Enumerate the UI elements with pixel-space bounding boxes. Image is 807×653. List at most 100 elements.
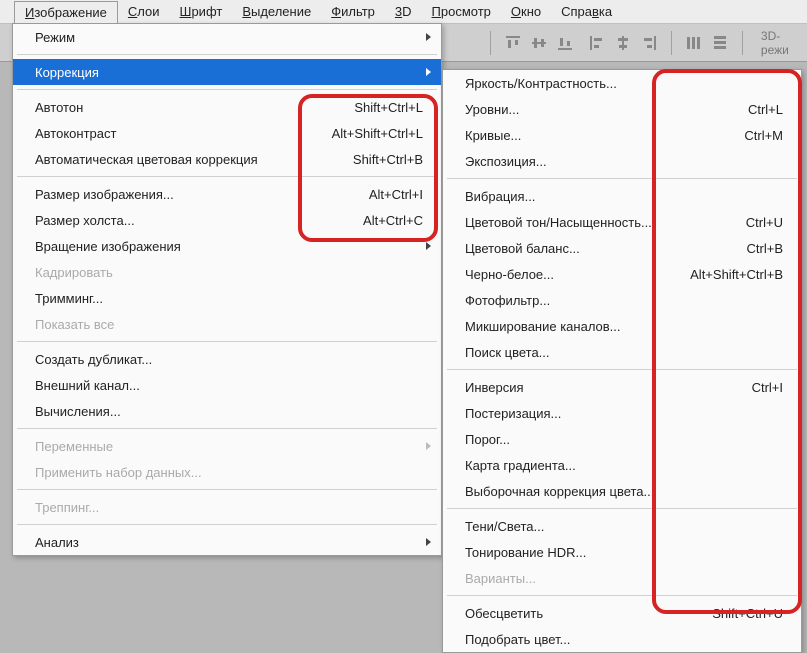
menu-item-shortcut: Ctrl+U xyxy=(746,215,783,230)
menu-item[interactable]: Кривые...Ctrl+M xyxy=(443,122,801,148)
menu-item-label: Вычисления... xyxy=(35,404,423,419)
mode-3d-label[interactable]: 3D-режи xyxy=(761,29,807,57)
menu-item-shortcut: Alt+Ctrl+I xyxy=(369,187,423,202)
align-bottom-icon[interactable] xyxy=(555,33,575,53)
menu-item[interactable]: Карта градиента... xyxy=(443,452,801,478)
adjustments-submenu: Яркость/Контрастность...Уровни...Ctrl+LК… xyxy=(442,69,802,653)
menu-item[interactable]: Вычисления... xyxy=(13,398,441,424)
menu-item-label: Вибрация... xyxy=(465,189,783,204)
menu-item-label: Размер холста... xyxy=(35,213,363,228)
menu-item[interactable]: Уровни...Ctrl+L xyxy=(443,96,801,122)
menu-separator xyxy=(17,176,437,177)
menu-item-label: Анализ xyxy=(35,535,423,550)
menu-item-label: Варианты... xyxy=(465,571,783,586)
menu-item[interactable]: Тени/Света... xyxy=(443,513,801,539)
menu-item-label: Коррекция xyxy=(35,65,423,80)
menu-item[interactable]: Экспозиция... xyxy=(443,148,801,174)
menu-item: Применить набор данных... xyxy=(13,459,441,485)
menu-separator xyxy=(17,428,437,429)
menu-item[interactable]: Цветовой баланс...Ctrl+B xyxy=(443,235,801,261)
menu-item-label: Выборочная коррекция цвета... xyxy=(465,484,783,499)
menu-item[interactable]: Тримминг... xyxy=(13,285,441,311)
menu-item[interactable]: Режим xyxy=(13,24,441,50)
menu-item[interactable]: Коррекция xyxy=(13,59,441,85)
menu-item[interactable]: Микширование каналов... xyxy=(443,313,801,339)
menu-separator xyxy=(447,595,797,596)
menu-item-shortcut: Shift+Ctrl+B xyxy=(353,152,423,167)
menu-item[interactable]: Поиск цвета... xyxy=(443,339,801,365)
distribute-v-icon[interactable] xyxy=(710,33,730,53)
menu-item-label: Автоматическая цветовая коррекция xyxy=(35,152,353,167)
menu-item[interactable]: АвтотонShift+Ctrl+L xyxy=(13,94,441,120)
menu-item[interactable]: Размер изображения...Alt+Ctrl+I xyxy=(13,181,441,207)
menu-item-shortcut: Alt+Shift+Ctrl+B xyxy=(690,267,783,282)
menu-item[interactable]: Анализ xyxy=(13,529,441,555)
menu-item[interactable]: Вращение изображения xyxy=(13,233,441,259)
menu-item-shortcut: Shift+Ctrl+L xyxy=(354,100,423,115)
align-middle-icon[interactable] xyxy=(529,33,549,53)
menu-separator xyxy=(17,89,437,90)
menubar-item[interactable]: Выделение xyxy=(232,1,321,22)
menu-item[interactable]: ОбесцветитьShift+Ctrl+U xyxy=(443,600,801,626)
align-center-icon[interactable] xyxy=(613,33,633,53)
menu-item[interactable]: Яркость/Контрастность... xyxy=(443,70,801,96)
distribute-h-icon[interactable] xyxy=(684,33,704,53)
menu-item[interactable]: Размер холста...Alt+Ctrl+C xyxy=(13,207,441,233)
menu-item[interactable]: Постеризация... xyxy=(443,400,801,426)
menubar-item[interactable]: Слои xyxy=(118,1,170,22)
menu-item-label: Показать все xyxy=(35,317,423,332)
menu-item-shortcut: Alt+Ctrl+C xyxy=(363,213,423,228)
menu-item: Варианты... xyxy=(443,565,801,591)
menu-separator xyxy=(447,508,797,509)
menubar-item[interactable]: Фильтр xyxy=(321,1,385,22)
menu-item: Переменные xyxy=(13,433,441,459)
menu-item[interactable]: Черно-белое...Alt+Shift+Ctrl+B xyxy=(443,261,801,287)
submenu-arrow-icon xyxy=(426,242,431,250)
menu-item[interactable]: Тонирование HDR... xyxy=(443,539,801,565)
menu-item[interactable]: Создать дубликат... xyxy=(13,346,441,372)
menu-item-label: Внешний канал... xyxy=(35,378,423,393)
menu-item-label: Черно-белое... xyxy=(465,267,690,282)
align-top-icon[interactable] xyxy=(503,33,523,53)
menu-item[interactable]: Внешний канал... xyxy=(13,372,441,398)
image-menu-dropdown: РежимКоррекцияАвтотонShift+Ctrl+LАвтокон… xyxy=(12,23,442,556)
menu-item-label: Автотон xyxy=(35,100,354,115)
menubar-item[interactable]: 3D xyxy=(385,1,422,22)
menu-item[interactable]: Выборочная коррекция цвета... xyxy=(443,478,801,504)
menu-item: Треппинг... xyxy=(13,494,441,520)
menu-item-label: Тримминг... xyxy=(35,291,423,306)
menu-item-label: Подобрать цвет... xyxy=(465,632,783,647)
menu-item-label: Яркость/Контрастность... xyxy=(465,76,783,91)
menu-item[interactable]: АвтоконтрастAlt+Shift+Ctrl+L xyxy=(13,120,441,146)
menu-separator xyxy=(17,341,437,342)
menu-item[interactable]: Порог... xyxy=(443,426,801,452)
menu-item[interactable]: Фотофильтр... xyxy=(443,287,801,313)
menubar-item[interactable]: Справка xyxy=(551,1,622,22)
menu-item-label: Порог... xyxy=(465,432,783,447)
menu-item[interactable]: Вибрация... xyxy=(443,183,801,209)
menu-item-label: Цветовой баланс... xyxy=(465,241,747,256)
menu-item-label: Тени/Света... xyxy=(465,519,783,534)
menu-item[interactable]: Автоматическая цветовая коррекцияShift+C… xyxy=(13,146,441,172)
menu-item[interactable]: Цветовой тон/Насыщенность...Ctrl+U xyxy=(443,209,801,235)
menubar-item[interactable]: Окно xyxy=(501,1,551,22)
menu-item-label: Постеризация... xyxy=(465,406,783,421)
menu-item[interactable]: ИнверсияCtrl+I xyxy=(443,374,801,400)
menu-item-label: Переменные xyxy=(35,439,423,454)
menu-item-label: Вращение изображения xyxy=(35,239,423,254)
menubar-item[interactable]: Просмотр xyxy=(422,1,501,22)
menu-item-shortcut: Ctrl+B xyxy=(747,241,783,256)
menu-item-label: Тонирование HDR... xyxy=(465,545,783,560)
menubar-item[interactable]: Изображение xyxy=(14,1,118,23)
menu-item[interactable]: Подобрать цвет... xyxy=(443,626,801,652)
align-left-icon[interactable] xyxy=(587,33,607,53)
menu-separator xyxy=(447,369,797,370)
menu-item-label: Кадрировать xyxy=(35,265,423,280)
align-right-icon[interactable] xyxy=(639,33,659,53)
menu-item-shortcut: Alt+Shift+Ctrl+L xyxy=(332,126,423,141)
toolbar-separator xyxy=(671,31,672,55)
menu-item-label: Экспозиция... xyxy=(465,154,783,169)
toolbar-separator xyxy=(742,31,743,55)
menubar-item[interactable]: Шрифт xyxy=(170,1,233,22)
align-group xyxy=(503,33,575,53)
